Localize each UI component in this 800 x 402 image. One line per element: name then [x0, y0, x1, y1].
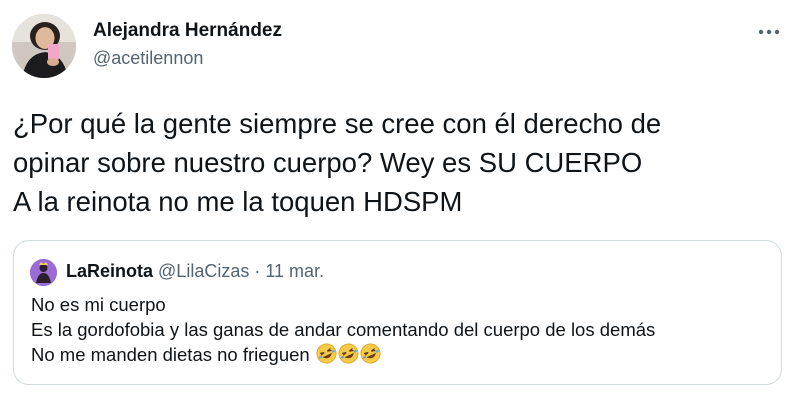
- quoted-date[interactable]: 11 mar.: [265, 261, 324, 281]
- quoted-text: No es mi cuerpo Es la gordofobia y las g…: [31, 292, 655, 367]
- rolling-laughing-emoji-icon: [338, 343, 359, 364]
- quoted-separator: ·: [254, 261, 261, 281]
- quoted-author-name[interactable]: LaReinota: [66, 261, 153, 281]
- quoted-header: LaReinota @LilaCizas · 11 mar.: [66, 261, 324, 282]
- quoted-text-line-last: No me manden dietas no frieguen: [31, 342, 655, 367]
- author-handle[interactable]: @acetilennon: [93, 48, 203, 69]
- quoted-author-handle[interactable]: @LilaCizas: [158, 261, 249, 281]
- tweet-text-line: ¿Por qué la gente siempre se cree con él…: [13, 108, 662, 139]
- quoted-tweet[interactable]: LaReinota @LilaCizas · 11 mar. No es mi …: [13, 240, 782, 385]
- rolling-laughing-emoji-icon: [360, 343, 381, 364]
- tweet-card: Alejandra Hernández @acetilennon ¿Por qu…: [0, 0, 800, 402]
- author-avatar[interactable]: [12, 14, 76, 78]
- tweet-text-line: opinar sobre nuestro cuerpo? Wey es SU C…: [13, 147, 643, 178]
- more-options-button[interactable]: [754, 20, 784, 44]
- quoted-text-line: No es mi cuerpo: [31, 294, 166, 315]
- quoted-text-line: Es la gordofobia y las ganas de andar co…: [31, 319, 656, 340]
- more-horizontal-icon: [758, 29, 780, 35]
- rolling-laughing-emoji-icon: [316, 343, 337, 364]
- tweet-text: ¿Por qué la gente siempre se cree con él…: [13, 104, 783, 221]
- quoted-author-avatar[interactable]: [30, 259, 57, 286]
- quoted-text-line: No me manden dietas no frieguen: [31, 344, 310, 365]
- tweet-text-line: A la reinota no me la toquen HDSPM: [13, 186, 463, 217]
- author-name[interactable]: Alejandra Hernández: [93, 20, 282, 42]
